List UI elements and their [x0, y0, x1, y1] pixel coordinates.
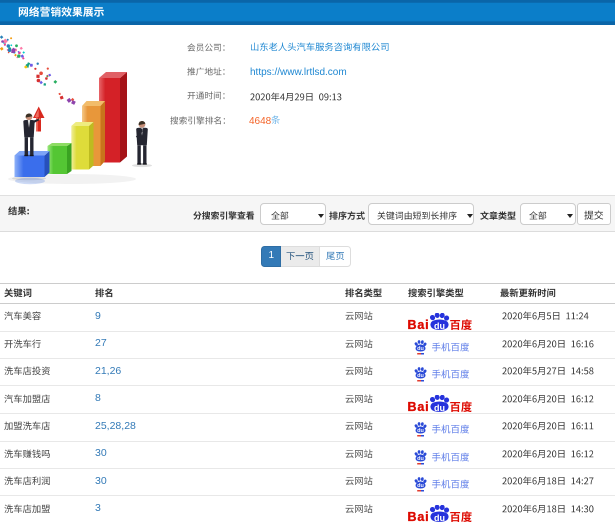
- svg-text:Bai: Bai: [408, 318, 430, 332]
- svg-text:du: du: [434, 403, 445, 413]
- svg-text:Bai: Bai: [408, 510, 430, 524]
- svg-text:du: du: [417, 456, 424, 462]
- svg-text:du: du: [417, 483, 424, 489]
- svg-text:Bai: Bai: [408, 400, 430, 414]
- svg-text:du: du: [417, 428, 424, 434]
- svg-text:du: du: [434, 513, 445, 523]
- svg-text:du: du: [417, 346, 424, 352]
- svg-text:du: du: [434, 321, 445, 331]
- svg-text:du: du: [417, 373, 424, 379]
